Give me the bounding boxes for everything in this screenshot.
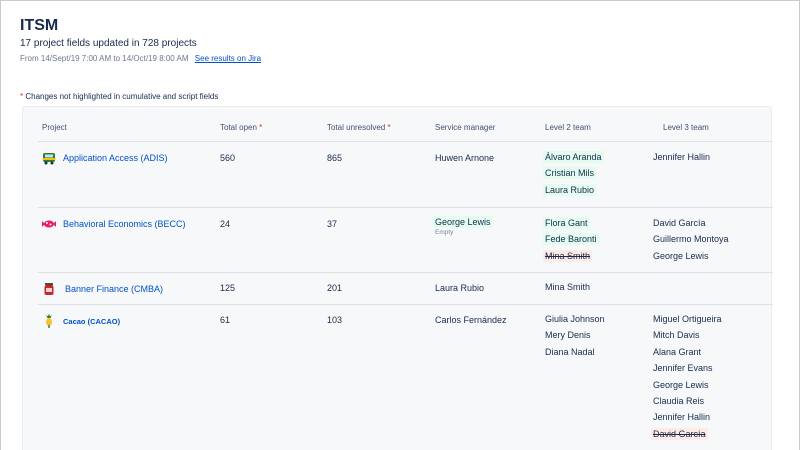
project-link-cmba[interactable]: Banner Finance (CMBA): [65, 284, 163, 294]
level2-team-list: Álvaro Aranda Cristian Mils Laura Rubio: [543, 149, 604, 198]
project-cell: Application Access (ADIS): [42, 151, 168, 165]
team-member: Laura Rubio: [543, 183, 597, 196]
table-header-row: Project Total open * Total unresolved * …: [38, 107, 773, 142]
col-project: Project: [42, 123, 67, 132]
level3-team-list: Jennifer Hallin: [651, 149, 712, 165]
table-row: Application Access (ADIS) 560 865 Huwen …: [38, 142, 773, 208]
team-member: Alana Grant: [653, 346, 702, 357]
total-open-value: 560: [220, 153, 236, 163]
team-member: David García: [653, 218, 706, 228]
team-member: David García: [651, 427, 708, 440]
team-member: Claudia Reis: [653, 395, 705, 406]
bus-icon: [42, 151, 56, 165]
total-unresolved-value: 201: [327, 283, 343, 293]
project-cell: Behavioral Economics (BECC): [42, 217, 186, 231]
pineapple-icon: [42, 314, 56, 328]
page-title: ITSM: [20, 17, 59, 34]
see-results-link[interactable]: See results on Jira: [195, 54, 261, 63]
project-link-cacao[interactable]: Cacao (CACAO): [63, 317, 120, 326]
team-member: Mitch Davis: [653, 330, 700, 341]
team-member: Diana Nadal: [545, 346, 595, 357]
team-member: Mery Denis: [545, 330, 591, 341]
team-member: Cristian Mils: [543, 167, 597, 180]
level2-team-list: Mina Smith: [543, 279, 592, 295]
total-open-value: 61: [220, 315, 231, 325]
note-text: Changes not highlighted in cumulative an…: [23, 92, 219, 101]
results-table: Project Total open * Total unresolved * …: [22, 106, 773, 450]
level3-team-list: Miguel Ortigueira Mitch Davis Alana Gran…: [651, 311, 724, 442]
project-cell: Banner Finance (CMBA): [42, 282, 163, 296]
team-member: Jennifer Hallin: [653, 152, 711, 162]
team-member: Guillermo Montoya: [653, 234, 729, 245]
service-manager-value: Carlos Fernández: [435, 315, 507, 325]
col-service-manager: Service manager: [435, 123, 496, 132]
total-open-value: 125: [220, 283, 236, 293]
level3-team-list: David García Guillermo Montoya George Le…: [651, 215, 731, 264]
project-cell: Cacao (CACAO): [42, 314, 120, 328]
total-unresolved-value: 103: [327, 315, 343, 325]
service-manager-value: George Lewis Empty: [433, 216, 493, 236]
highlight-note: * Changes not highlighted in cumulative …: [20, 92, 218, 101]
col-level2-team: Level 2 team: [545, 123, 591, 132]
date-range: From 14/Sept/19 7:00 AM to 14/Oct/19 8:0…: [20, 54, 261, 63]
team-member: Jennifer Evans: [653, 363, 713, 374]
project-link-adis[interactable]: Application Access (ADIS): [63, 153, 168, 163]
team-member: Flora Gant: [543, 217, 590, 229]
team-member: Álvaro Aranda: [543, 151, 604, 163]
service-manager-new: George Lewis: [433, 216, 493, 228]
jar-icon: [42, 282, 56, 296]
col-total-unresolved: Total unresolved *: [327, 123, 391, 132]
total-unresolved-value: 37: [327, 219, 338, 229]
table-row: Banner Finance (CMBA) 125 201 Laura Rubi…: [38, 273, 773, 305]
service-manager-value: Huwen Arnone: [435, 153, 495, 163]
level2-team-list: Flora Gant Fede Baronti Mina Smith: [543, 215, 599, 264]
team-member: George Lewis: [653, 250, 709, 261]
service-manager-previous: Empty: [435, 229, 454, 236]
team-member: Fede Baronti: [543, 233, 599, 246]
col-total-open: Total open *: [220, 123, 263, 132]
page-subtitle: 17 project fields updated in 728 project…: [20, 38, 197, 49]
candy-icon: [42, 217, 56, 231]
team-member: Mina Smith: [545, 282, 591, 292]
team-member: Giulia Johnson: [545, 314, 605, 324]
team-member: George Lewis: [653, 379, 709, 390]
table-row: Cacao (CACAO) 61 103 Carlos Fernández Gi…: [38, 305, 773, 450]
service-manager-value: Laura Rubio: [435, 283, 485, 293]
team-member: Jennifer Hallin: [653, 412, 711, 423]
level2-team-list: Giulia Johnson Mery Denis Diana Nadal: [543, 311, 607, 360]
total-open-value: 24: [220, 219, 231, 229]
date-range-text: From 14/Sept/19 7:00 AM to 14/Oct/19 8:0…: [20, 54, 189, 63]
table-row: Behavioral Economics (BECC) 24 37 George…: [38, 208, 773, 273]
project-link-becc[interactable]: Behavioral Economics (BECC): [63, 219, 186, 229]
col-level3-team: Level 3 team: [663, 123, 709, 132]
team-member: Miguel Ortigueira: [653, 314, 722, 324]
total-unresolved-value: 865: [327, 153, 343, 163]
team-member: Mina Smith: [543, 249, 593, 262]
